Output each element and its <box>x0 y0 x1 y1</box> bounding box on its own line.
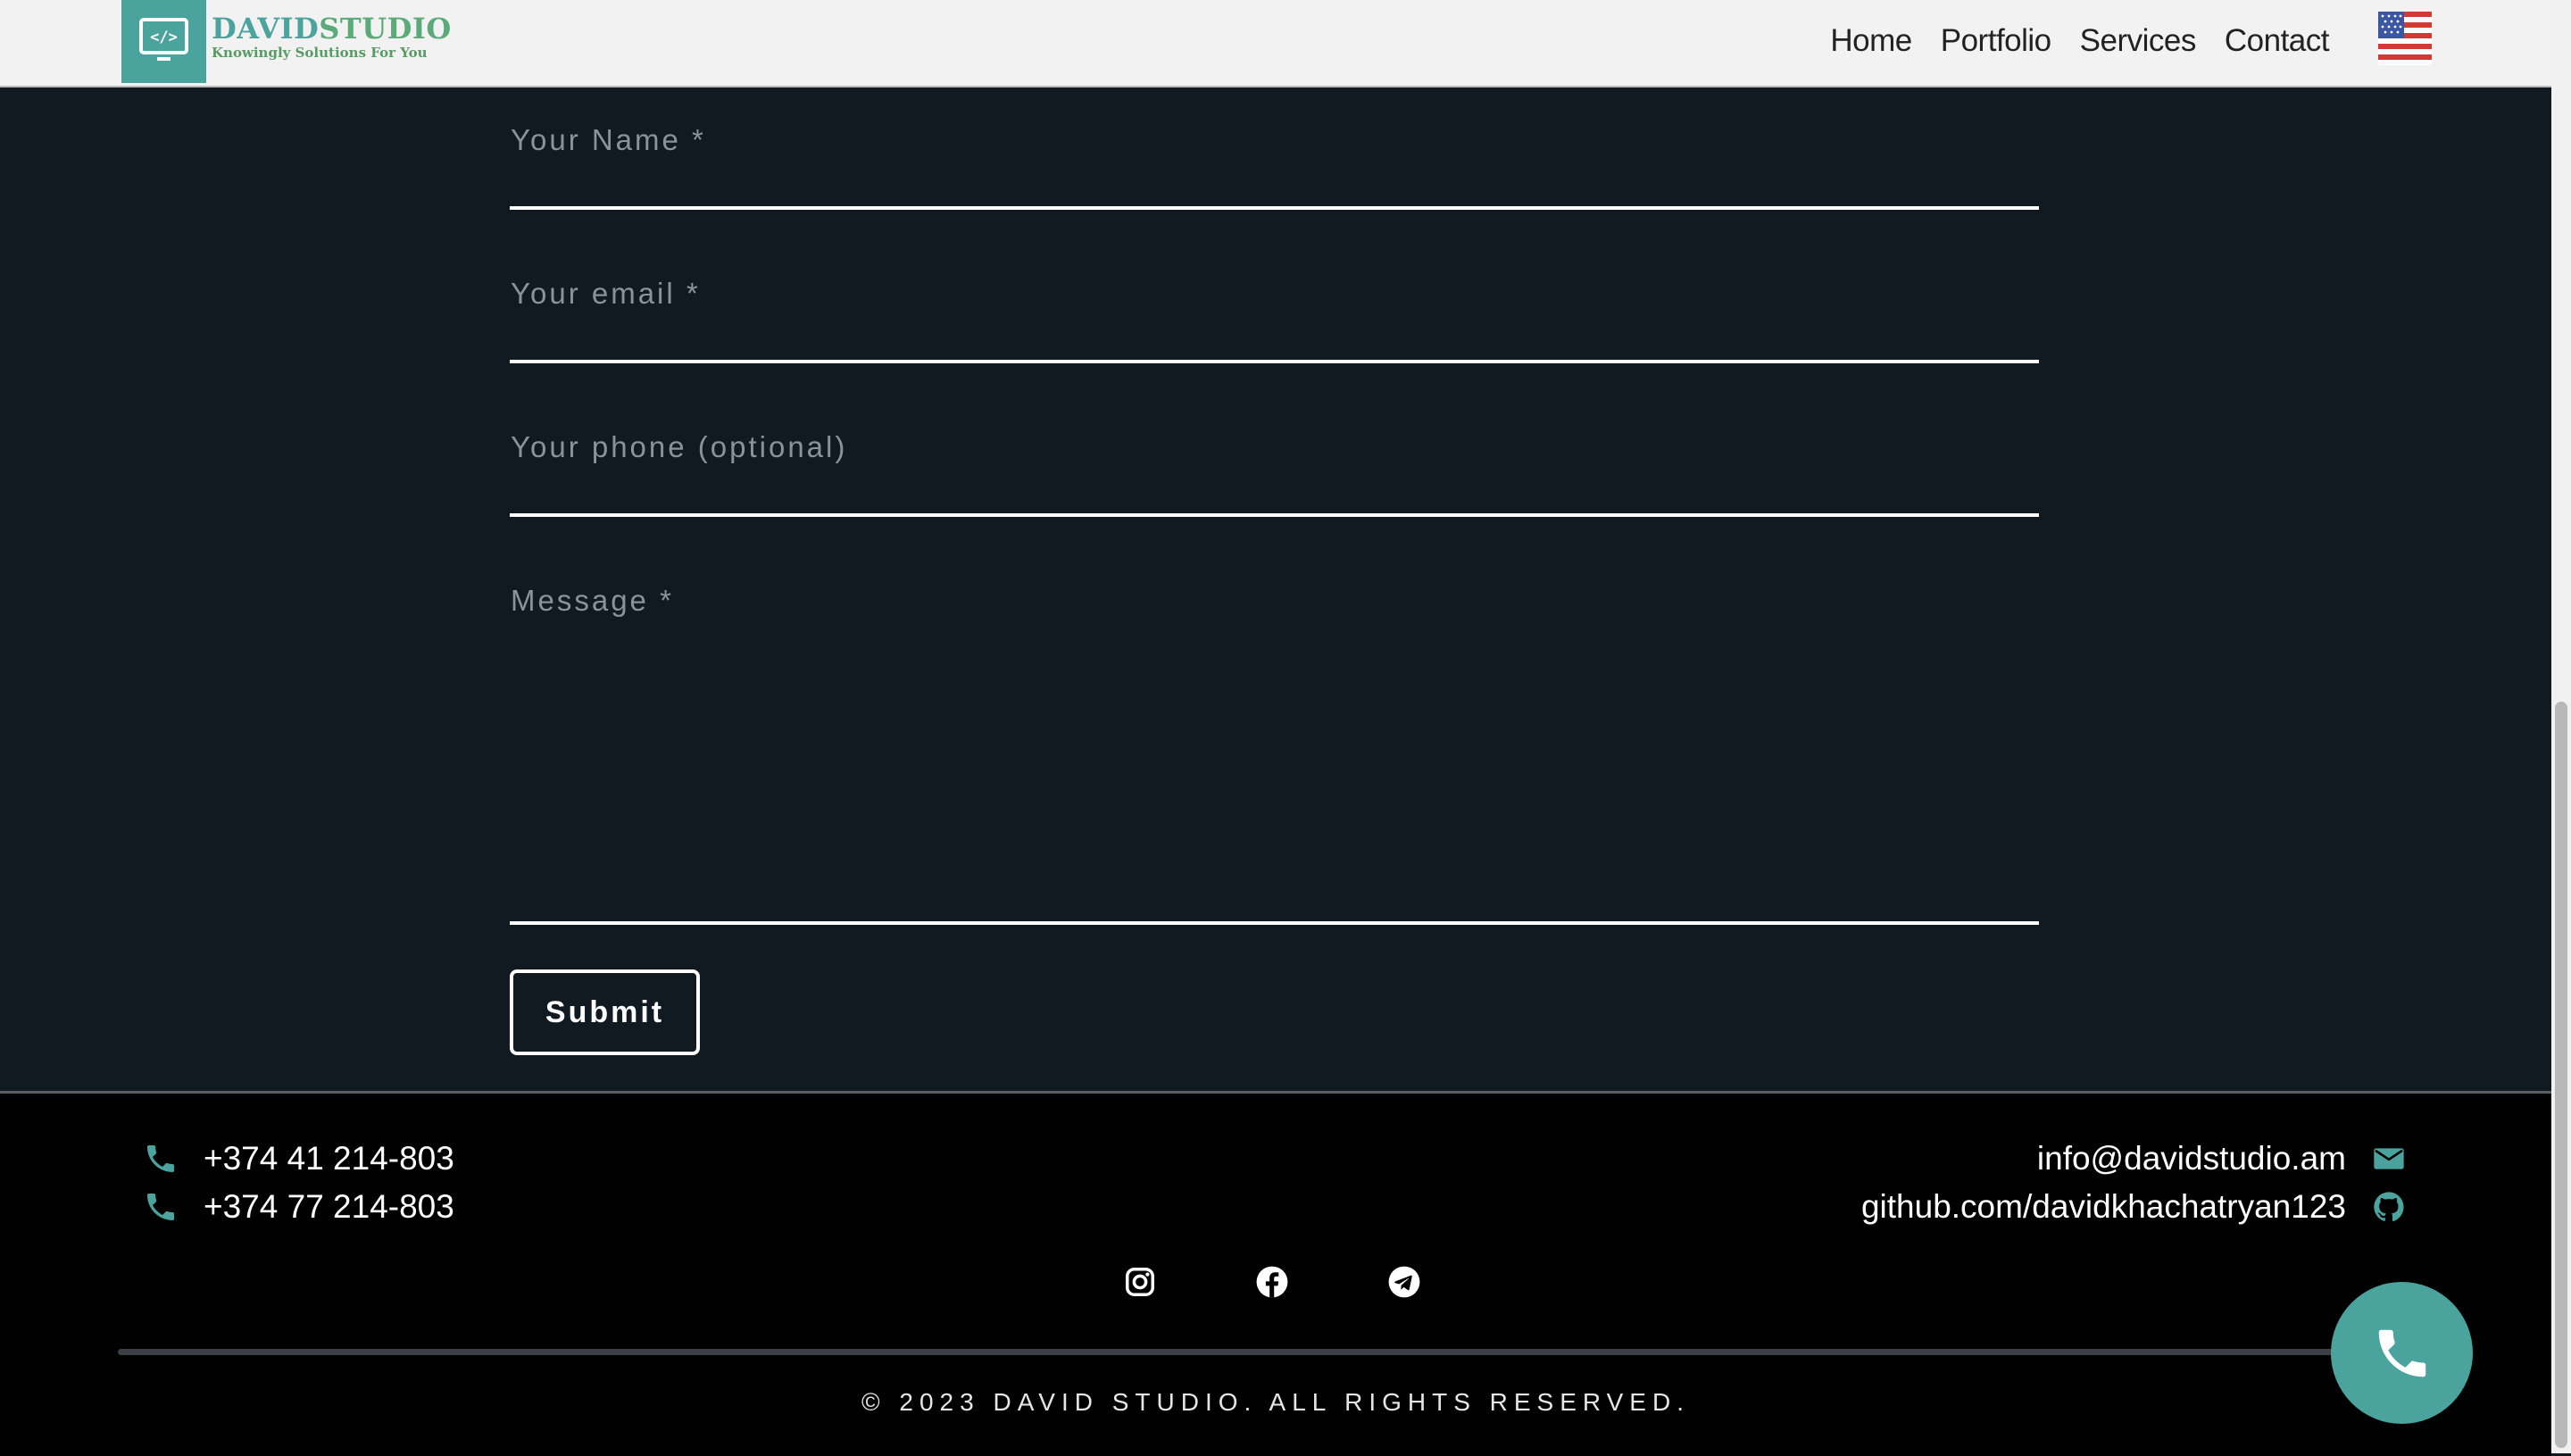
github-link: github.com/davidkhachatryan123 <box>1860 1188 2346 1225</box>
phone-row[interactable]: +374 41 214-803 <box>143 1135 454 1183</box>
scrollbar-thumb[interactable] <box>2555 702 2567 1448</box>
message-field[interactable]: Message * <box>510 582 2039 925</box>
facebook-icon[interactable] <box>1255 1265 1289 1299</box>
phone-field[interactable]: Your phone (optional) <box>510 428 2039 517</box>
email-label: Your email * <box>511 277 701 310</box>
nav-contact[interactable]: Contact <box>2225 23 2330 59</box>
email-link: info@davidstudio.am <box>2036 1140 2346 1177</box>
online-contacts: info@davidstudio.am github.com/davidkhac… <box>1861 1135 2407 1231</box>
phone-list: +374 41 214-803 +374 77 214-803 <box>143 1135 454 1231</box>
brand[interactable]: DAVIDSTUDIO Knowingly Solutions For You <box>212 14 452 60</box>
name-label: Your Name * <box>511 123 706 156</box>
brand-name: DAVIDSTUDIO <box>212 12 452 46</box>
instagram-icon[interactable] <box>1123 1265 1157 1299</box>
phone-icon <box>147 1194 174 1220</box>
email-field[interactable]: Your email * <box>510 275 2039 363</box>
brand-tagline: Knowingly Solutions For You <box>212 45 428 61</box>
copyright-text: © 2023 DAVID STUDIO. ALL RIGHTS RESERVED… <box>861 1388 1690 1416</box>
phone-number: +374 77 214-803 <box>204 1188 454 1225</box>
github-icon <box>2374 1192 2404 1222</box>
footer-divider <box>118 1349 2439 1355</box>
svg-text:</>: </> <box>150 29 178 46</box>
us-flag-icon[interactable] <box>2378 12 2432 65</box>
phone-label: Your phone (optional) <box>511 430 848 463</box>
page-scrollbar[interactable] <box>2551 0 2571 1453</box>
github-row[interactable]: github.com/davidkhachatryan123 <box>1861 1183 2407 1231</box>
email-row[interactable]: info@davidstudio.am <box>1861 1135 2407 1183</box>
social-links <box>1123 1265 1421 1299</box>
message-label: Message * <box>511 584 674 617</box>
nav-home[interactable]: Home <box>1830 23 1912 59</box>
site-header: </> DAVIDSTUDIO Knowingly Solutions For … <box>0 0 2551 87</box>
telegram-icon[interactable] <box>1387 1265 1421 1299</box>
submit-button[interactable]: Submit <box>510 969 700 1055</box>
envelope-icon <box>2374 1148 2404 1169</box>
name-field[interactable]: Your Name * <box>510 121 2039 210</box>
call-button[interactable] <box>2331 1282 2473 1424</box>
nav-portfolio[interactable]: Portfolio <box>1941 23 2051 59</box>
phone-icon <box>2378 1329 2425 1377</box>
site-footer: +374 41 214-803 +374 77 214-803 info@dav… <box>0 1091 2551 1456</box>
main-nav: Home Portfolio Services Contact <box>1830 23 2329 59</box>
phone-number: +374 41 214-803 <box>204 1140 454 1177</box>
phone-row[interactable]: +374 77 214-803 <box>143 1183 454 1231</box>
logo-icon[interactable]: </> <box>121 0 206 83</box>
phone-icon <box>147 1145 174 1172</box>
nav-services[interactable]: Services <box>2080 23 2197 59</box>
